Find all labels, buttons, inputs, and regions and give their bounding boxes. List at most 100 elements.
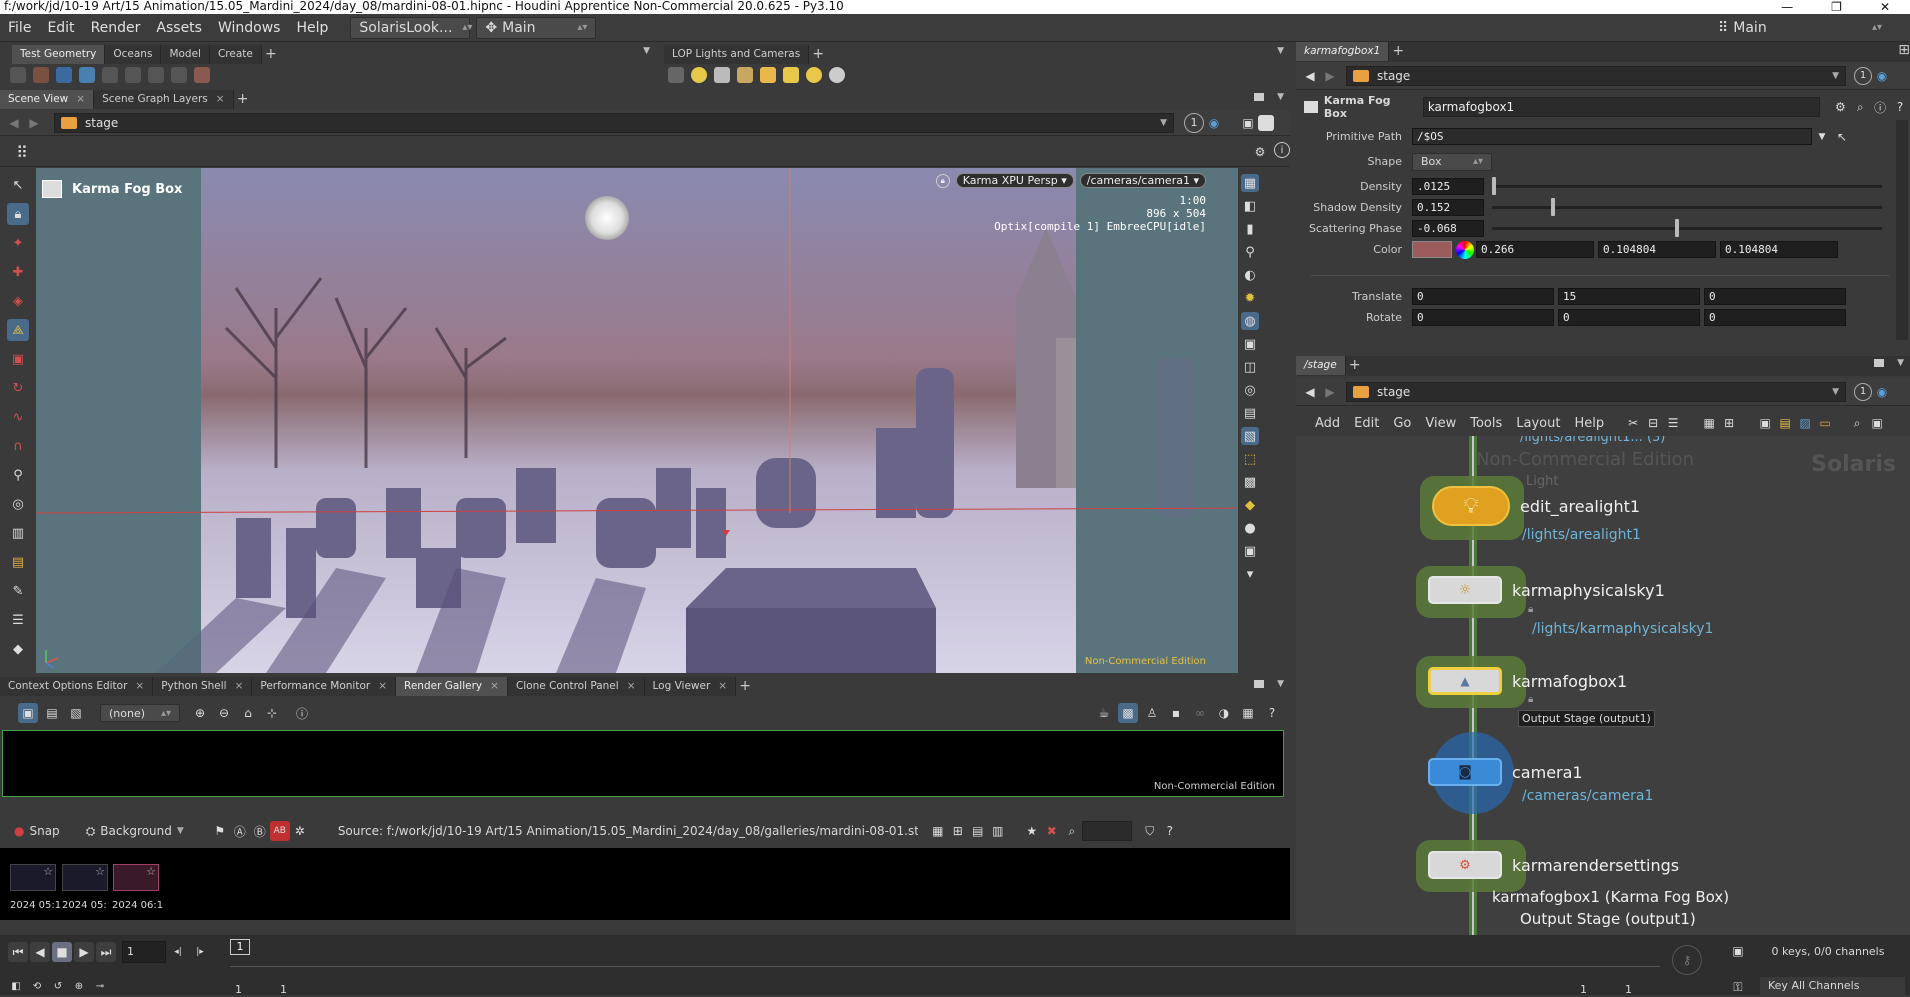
display-option-icon[interactable]: ◎ bbox=[1241, 381, 1259, 399]
view-tool-icon[interactable]: ◎ bbox=[7, 493, 29, 515]
pose-tool-icon[interactable]: ⚲ bbox=[7, 464, 29, 486]
lock-tool-icon[interactable]: 🔒︎ bbox=[7, 203, 29, 225]
image-icon[interactable]: ▣ bbox=[1755, 413, 1775, 433]
net-menu-view[interactable]: View bbox=[1418, 416, 1463, 431]
thumbnail[interactable]: ☆ bbox=[113, 864, 159, 891]
dropdown-arrow-icon[interactable]: ▼ bbox=[1277, 679, 1284, 689]
node-edit-arealight1[interactable]: 💡︎ edit_arealight1 bbox=[1432, 486, 1640, 526]
primitive-path-input[interactable]: /$OS bbox=[1412, 128, 1812, 145]
slider-knob[interactable] bbox=[1550, 198, 1555, 216]
search-input[interactable] bbox=[1081, 821, 1132, 841]
shelf-tab-lop-lights[interactable]: LOP Lights and Cameras bbox=[664, 45, 810, 64]
menu-assets[interactable]: Assets bbox=[148, 20, 210, 36]
net-menu-edit[interactable]: Edit bbox=[1347, 416, 1386, 431]
shelf-tab-oceans[interactable]: Oceans bbox=[105, 45, 162, 64]
dropdown-arrow-icon[interactable]: ▼ bbox=[1277, 92, 1284, 102]
pane-menu-icon[interactable] bbox=[1254, 93, 1264, 101]
forward-icon[interactable]: ▶ bbox=[1320, 382, 1340, 402]
menu-render[interactable]: Render bbox=[83, 20, 149, 36]
close-icon[interactable]: × bbox=[216, 93, 225, 105]
key-wheel-icon[interactable]: ⚷ bbox=[1672, 945, 1702, 975]
search-icon[interactable]: ⌕ bbox=[1847, 413, 1867, 433]
pane-menu-icon[interactable] bbox=[1254, 680, 1264, 688]
main-select[interactable]: ✥ Main ▴▾ bbox=[476, 16, 597, 39]
camera-menu[interactable]: /cameras/camera1 ▾ bbox=[1079, 173, 1206, 188]
thumbnail[interactable]: ☆ bbox=[62, 864, 108, 891]
color-r-input[interactable]: 0.266 bbox=[1476, 241, 1594, 258]
shelf-tool-icon[interactable] bbox=[171, 67, 187, 83]
rgb-icon[interactable]: ▩ bbox=[1118, 703, 1138, 723]
scale-tool-icon[interactable]: ▣ bbox=[7, 348, 29, 370]
tree-icon[interactable]: ⊟ bbox=[1643, 413, 1663, 433]
light-icon[interactable]: ♙ bbox=[1142, 703, 1162, 723]
a-icon[interactable]: Ⓐ bbox=[230, 821, 250, 841]
desktop-select[interactable]: SolarisLook... ▴▾ bbox=[350, 16, 472, 39]
dropdown-arrow-icon[interactable]: ▼ bbox=[1277, 46, 1284, 56]
camera-icon[interactable]: ▣ bbox=[1867, 413, 1887, 433]
shadow-density-slider[interactable] bbox=[1492, 198, 1882, 216]
ab-icon[interactable]: AB bbox=[269, 821, 290, 841]
density-input[interactable]: .0125 bbox=[1412, 178, 1484, 195]
minimize-icon[interactable]: — bbox=[1781, 0, 1793, 14]
close-icon[interactable]: × bbox=[627, 680, 636, 692]
param-path-field[interactable]: stage ▼ bbox=[1346, 65, 1846, 86]
info-icon[interactable]: ⓘ bbox=[292, 703, 312, 723]
help-icon[interactable]: ? bbox=[1890, 97, 1910, 117]
net-menu-tools[interactable]: Tools bbox=[1463, 416, 1509, 431]
b-icon[interactable]: Ⓑ bbox=[250, 821, 270, 841]
channel-icon[interactable]: ▣ bbox=[1728, 941, 1748, 961]
shelf-tool-icon[interactable] bbox=[56, 67, 72, 83]
color-g-input[interactable]: 0.104804 bbox=[1598, 241, 1716, 258]
pin-icon[interactable]: ⚲ bbox=[1241, 243, 1259, 261]
dropdown-arrow-icon[interactable]: ▼ bbox=[643, 46, 650, 56]
zoom-in-icon[interactable]: ⊕ bbox=[190, 703, 210, 723]
tab-scene-graph-layers[interactable]: Scene Graph Layers × bbox=[94, 90, 234, 109]
forward-icon[interactable]: ▶ bbox=[1320, 66, 1340, 86]
current-frame-input[interactable]: 1 bbox=[122, 941, 166, 963]
display-option-icon[interactable]: ▩ bbox=[1241, 473, 1259, 491]
translate-x-input[interactable]: 0 bbox=[1412, 288, 1554, 305]
forward-icon[interactable]: ▶ bbox=[24, 113, 44, 133]
net-menu-add[interactable]: Add bbox=[1308, 416, 1347, 431]
network-path-field[interactable]: stage ▼ bbox=[1346, 381, 1846, 402]
menu-help[interactable]: Help bbox=[288, 20, 336, 36]
light-tool-icon[interactable] bbox=[668, 67, 684, 83]
pin-number-icon[interactable]: 1 bbox=[1854, 382, 1872, 401]
view-mode-icon[interactable]: ▣ bbox=[18, 703, 38, 723]
box-icon[interactable]: ▭ bbox=[1815, 413, 1835, 433]
density-slider[interactable] bbox=[1492, 177, 1882, 195]
settings-icon[interactable]: ✲ bbox=[290, 821, 310, 841]
close-icon[interactable]: × bbox=[718, 680, 727, 692]
start-frame-2[interactable]: 1 bbox=[280, 983, 287, 996]
add-tab-icon[interactable]: + bbox=[234, 90, 252, 109]
step-forward-icon[interactable]: |▸ bbox=[190, 942, 210, 962]
contrast-icon[interactable]: ◑ bbox=[1214, 703, 1234, 723]
node-camera1[interactable]: ◙ camera1 bbox=[1428, 758, 1583, 786]
grid-icon[interactable]: ⊞ bbox=[1719, 413, 1739, 433]
add-tab-icon[interactable]: + bbox=[262, 45, 280, 64]
key-icon[interactable]: ⊸ bbox=[92, 978, 108, 994]
home-icon[interactable]: ⌂ bbox=[238, 703, 258, 723]
display-option-icon[interactable]: ● bbox=[1241, 519, 1259, 537]
play-reverse-icon[interactable]: ◀ bbox=[30, 942, 50, 962]
grid-view-icon[interactable]: ▤ bbox=[968, 821, 988, 841]
help-icon[interactable]: ? bbox=[1262, 703, 1282, 723]
lock-icon[interactable]: ▮ bbox=[1241, 220, 1259, 238]
shelf-tool-icon[interactable] bbox=[33, 67, 49, 83]
end-frame-2[interactable]: 1 bbox=[1625, 983, 1632, 996]
gallery-image-area[interactable]: Non-Commercial Edition bbox=[2, 730, 1284, 797]
play-icon[interactable]: ▶ bbox=[74, 942, 94, 962]
display-option-icon[interactable]: ⬚ bbox=[1241, 450, 1259, 468]
snapshot-icon[interactable]: ▪ bbox=[1166, 703, 1186, 723]
pane-toggle-icon[interactable]: ⊞ bbox=[1898, 42, 1910, 58]
close-icon[interactable]: × bbox=[135, 680, 144, 692]
add-tab-icon[interactable]: + bbox=[1389, 42, 1407, 61]
brush-tool-icon[interactable]: ∿ bbox=[7, 406, 29, 428]
grid-view-icon[interactable]: ⊞ bbox=[948, 821, 968, 841]
rotate-z-input[interactable]: 0 bbox=[1704, 309, 1846, 326]
grid-icon[interactable]: ▦ bbox=[1699, 413, 1719, 433]
chevron-down-icon[interactable]: ▼ bbox=[1812, 127, 1832, 147]
filter-clear-icon[interactable]: ✖ bbox=[1042, 821, 1062, 841]
fit-icon[interactable]: ⊹ bbox=[262, 703, 282, 723]
tab-render-gallery[interactable]: Render Gallery × bbox=[396, 677, 508, 696]
